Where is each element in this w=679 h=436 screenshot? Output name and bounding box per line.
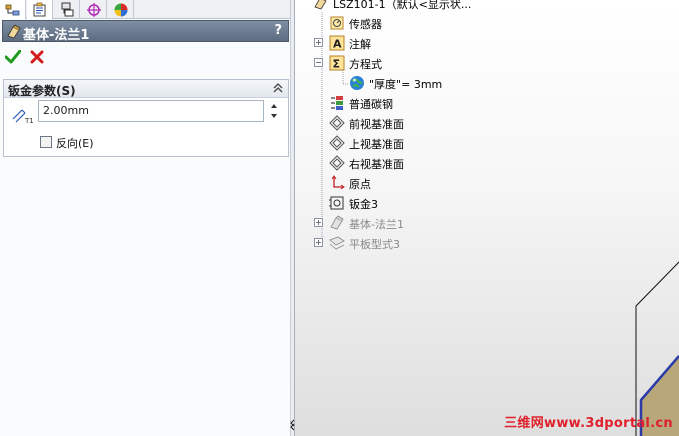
- annotation-icon: A: [329, 35, 345, 51]
- feature-title: 基体-法兰1: [23, 28, 90, 43]
- tree-item-label: 普通碳钢: [349, 98, 393, 111]
- part-icon: [314, 0, 327, 10]
- thickness-spinner[interactable]: [266, 100, 282, 122]
- svg-text:Σ: Σ: [333, 58, 341, 71]
- thickness-input[interactable]: 2.00mm: [38, 100, 264, 122]
- property-manager-header: 基体-法兰1 ?: [2, 20, 289, 43]
- property-manager-icon: [33, 2, 45, 16]
- svg-text:T1: T1: [24, 117, 34, 124]
- tab-dimxpert-manager[interactable]: [81, 0, 107, 19]
- configuration-icon: [61, 2, 73, 16]
- checkmark-icon: [5, 50, 21, 64]
- watermark: 三维网www.3dportal.cn: [504, 416, 673, 431]
- material-icon: [331, 96, 343, 110]
- ok-button[interactable]: [4, 48, 22, 66]
- base-flange-icon: [330, 215, 344, 230]
- group-title: 钣金参数(S): [8, 84, 76, 98]
- tab-feature-manager[interactable]: [0, 0, 26, 19]
- property-manager-panel: 基体-法兰1 ? 钣金参数(S) T1 2.00mm 反向(E): [0, 0, 293, 436]
- tree-item-label: 方程式: [349, 58, 382, 71]
- tree-item-label: 前视基准面: [349, 118, 404, 131]
- thickness-icon: T1: [12, 109, 34, 124]
- cancel-button[interactable]: [28, 48, 46, 66]
- tree-root-label: LSZ101-1（默认<显示状...: [333, 0, 472, 11]
- collapse-icon[interactable]: −: [314, 58, 323, 67]
- graphics-area[interactable]: LSZ101-1（默认<显示状... 传感器 + A 注解 − Σ 方程式 "厚…: [295, 0, 679, 436]
- collapse-chevron-icon[interactable]: [272, 82, 284, 94]
- equations-sigma-icon: Σ: [329, 55, 345, 71]
- svg-text:A: A: [333, 38, 342, 51]
- help-button[interactable]: ?: [274, 23, 282, 38]
- origin-icon: [331, 175, 345, 190]
- tree-item-label: 上视基准面: [349, 138, 404, 151]
- close-icon: [30, 50, 44, 64]
- feature-tree-icon: [5, 4, 19, 15]
- appearance-ball-icon: [114, 3, 127, 16]
- tab-property-manager[interactable]: [27, 0, 53, 19]
- tree-item-label: 钣金3: [349, 198, 378, 211]
- sheet-metal-icon: [329, 196, 344, 210]
- reverse-direction-checkbox[interactable]: [40, 136, 52, 148]
- tree-item-label: 传感器: [349, 18, 382, 31]
- reverse-direction-label: 反向(E): [56, 137, 94, 150]
- global-variable-globe-icon: [350, 76, 364, 90]
- tree-item-label: 基体-法兰1: [349, 218, 404, 231]
- plane-icon: [329, 155, 345, 171]
- plane-icon: [329, 115, 345, 131]
- tree-item-label: 注解: [349, 38, 371, 51]
- tab-display-manager[interactable]: [108, 0, 134, 19]
- flat-pattern-icon: [329, 236, 345, 250]
- manager-tab-strip: [0, 0, 293, 19]
- tree-item-label: 平板型式3: [349, 238, 400, 251]
- tree-item-label: "厚度"= 3mm: [369, 78, 443, 91]
- sheet-metal-flange-icon: [7, 24, 21, 39]
- expand-icon[interactable]: +: [314, 238, 323, 247]
- tree-item-label: 原点: [349, 178, 371, 191]
- expand-icon[interactable]: +: [314, 38, 323, 47]
- sheet-metal-parameters-group: 钣金参数(S) T1 2.00mm 反向(E): [3, 79, 289, 157]
- group-header[interactable]: 钣金参数(S): [4, 80, 288, 98]
- tree-item-label: 右视基准面: [349, 158, 404, 171]
- sensor-icon: [330, 16, 344, 30]
- plane-icon: [329, 135, 345, 151]
- expand-icon[interactable]: +: [314, 218, 323, 227]
- tab-configuration-manager[interactable]: [54, 0, 80, 19]
- crosshair-icon: [86, 2, 101, 17]
